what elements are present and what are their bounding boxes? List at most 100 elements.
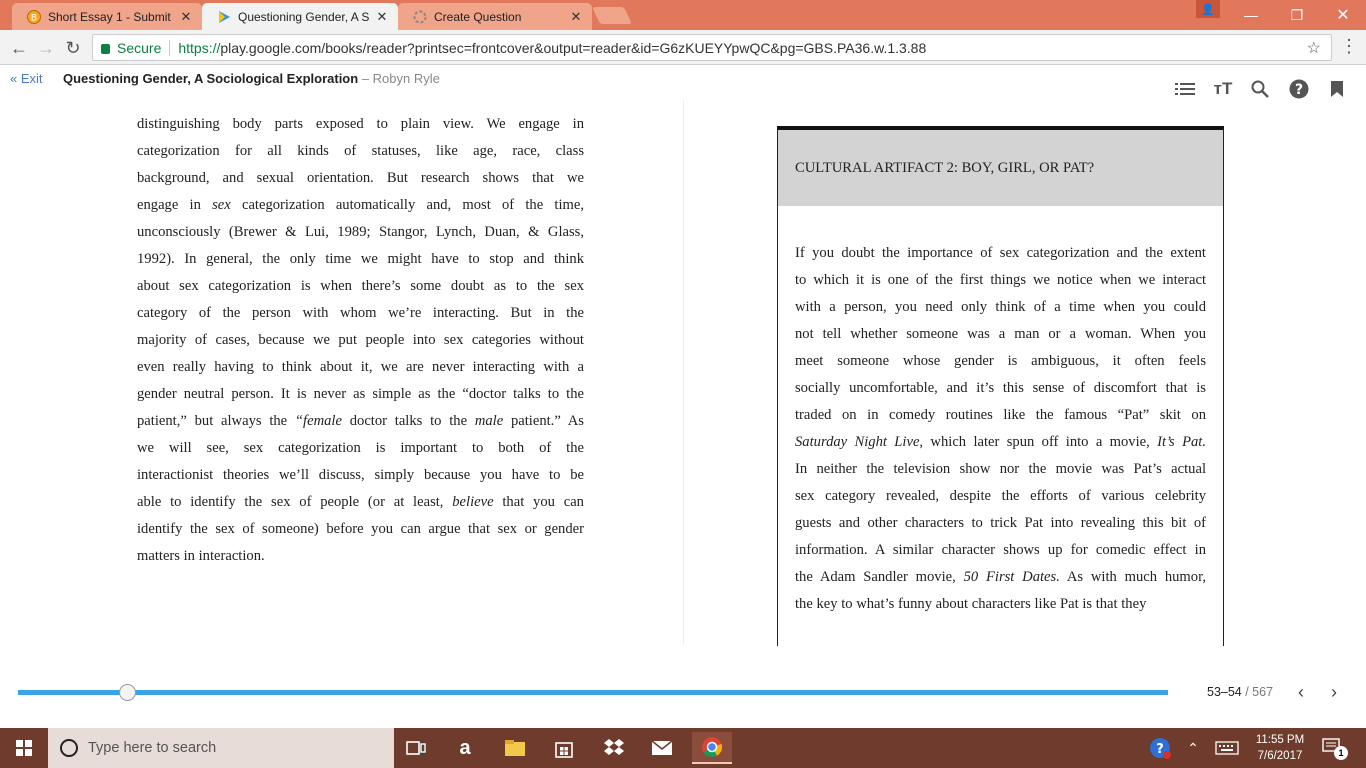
artifact-line: guests and other characters to trick Pat…: [795, 515, 1206, 531]
artifact-line: traded on in comedy routines like the fa…: [795, 407, 1206, 423]
artifact-line: the key to what’s funny about characters…: [795, 596, 1147, 612]
browser-menu-icon[interactable]: ⋮: [1340, 36, 1358, 57]
artifact-line: Saturday Night Live, which later spun of…: [795, 434, 1206, 450]
lock-icon: [101, 43, 110, 54]
svg-text:?: ?: [1295, 82, 1303, 98]
tab-create-question[interactable]: Create Question ✕: [398, 3, 592, 30]
left-page-line: patient,” but always the “female doctor …: [137, 413, 584, 429]
left-page-line: we will see, sex categorization is impor…: [137, 440, 584, 456]
taskbar-search-box[interactable]: Type here to search 🎙: [48, 728, 431, 768]
google-play-icon: [216, 9, 232, 25]
artifact-line: not tell whether someone was a man or a …: [795, 326, 1206, 342]
left-page-line: interactionist theories we’ll discuss, s…: [137, 467, 584, 483]
artifact-line: information. A similar character shows u…: [795, 542, 1206, 558]
windows-taskbar: Type here to search 🎙 a ? ⌃ 11:55 PM 7/6…: [0, 728, 1366, 768]
keyboard-icon[interactable]: [1214, 738, 1240, 758]
page-scrubber-track[interactable]: [18, 690, 1168, 695]
artifact-line: to which it is one of the first things w…: [795, 272, 1206, 288]
amazon-icon[interactable]: a: [445, 732, 485, 764]
close-tab-icon[interactable]: ✕: [178, 9, 194, 25]
action-center-icon[interactable]: 1: [1322, 738, 1348, 760]
artifact-body: If you doubt the importance of sex categ…: [778, 206, 1223, 618]
close-tab-icon[interactable]: ✕: [568, 9, 584, 25]
left-page-line: distinguishing body parts exposed to pla…: [137, 116, 584, 132]
page-total: / 567: [1241, 685, 1274, 699]
left-page-line: matters in interaction.: [137, 548, 265, 564]
close-window-icon[interactable]: ✕: [1320, 0, 1366, 30]
minimize-icon[interactable]: —: [1228, 0, 1274, 30]
left-page-line: about sex categorization is when there’s…: [137, 278, 584, 294]
artifact-heading: CULTURAL ARTIFACT 2: BOY, GIRL, OR PAT?: [778, 130, 1223, 206]
reader-header: « Exit Questioning Gender, A Sociologica…: [0, 66, 1366, 100]
profile-icon[interactable]: 👤: [1196, 0, 1220, 18]
restore-icon[interactable]: ❐: [1274, 0, 1320, 30]
close-tab-icon[interactable]: ✕: [374, 9, 390, 25]
tab-title: Short Essay 1 - Submit Fi: [48, 9, 174, 24]
left-page-line: majority of cases, because we put people…: [137, 332, 584, 348]
text-size-icon[interactable]: ᴛT: [1212, 78, 1234, 100]
clock-time: 11:55 PM: [1255, 734, 1305, 746]
task-view-icon[interactable]: [396, 732, 436, 764]
forward-arrow-icon[interactable]: →: [35, 37, 57, 59]
help-icon[interactable]: ?: [1288, 78, 1310, 100]
dropbox-icon[interactable]: [594, 732, 634, 764]
clock-date: 7/6/2017: [1257, 750, 1303, 762]
chevron-up-icon[interactable]: ⌃: [1184, 738, 1202, 758]
cultural-artifact-box: CULTURAL ARTIFACT 2: BOY, GIRL, OR PAT? …: [777, 126, 1224, 646]
left-page-line: category of the person with whom we’re i…: [137, 305, 584, 321]
left-page-line: engage in sex categorization automatical…: [137, 197, 584, 213]
mail-icon[interactable]: [642, 732, 682, 764]
bookmark-icon[interactable]: [1326, 78, 1348, 100]
start-button[interactable]: [0, 728, 48, 768]
artifact-line: In neither the television show nor the m…: [795, 461, 1206, 477]
browser-toolbar: ← → ↻ Secure https:// play.google.com/bo…: [0, 30, 1366, 65]
secure-label: Secure: [117, 39, 162, 56]
back-arrow-icon[interactable]: ←: [8, 37, 30, 59]
artifact-line: with a person, you need only think of a …: [795, 299, 1206, 315]
file-explorer-icon[interactable]: [495, 732, 535, 764]
reload-icon[interactable]: ↻: [62, 37, 84, 59]
next-page-icon[interactable]: ›: [1324, 681, 1344, 703]
address-bar[interactable]: Secure https:// play.google.com/books/re…: [92, 34, 1332, 61]
left-page-line: identify the sex of someone) before you …: [137, 521, 584, 537]
search-icon[interactable]: [1249, 78, 1271, 100]
search-placeholder: Type here to search: [88, 740, 217, 756]
chrome-icon[interactable]: [692, 732, 732, 764]
artifact-line: socially uncomfortable, and it’s this se…: [795, 380, 1206, 396]
table-of-contents-icon[interactable]: [1174, 78, 1196, 100]
book-page-left: distinguishing body parts exposed to pla…: [137, 111, 584, 570]
exit-link[interactable]: « Exit: [10, 71, 43, 86]
taskbar-clock[interactable]: 11:55 PM 7/6/2017: [1248, 732, 1312, 764]
book-author: – Robyn Ryle: [358, 71, 440, 86]
page-range: 53–54: [1207, 685, 1242, 699]
bookmark-star-icon[interactable]: ☆: [1307, 38, 1321, 58]
blackboard-icon: B: [26, 9, 42, 25]
artifact-line: If you doubt the importance of sex categ…: [795, 245, 1206, 261]
left-page-line: able to identify the sex of people (or a…: [137, 494, 584, 510]
store-icon[interactable]: [544, 732, 584, 764]
left-page-line: 1992). In general, the only time we migh…: [137, 251, 584, 267]
notification-count: 1: [1334, 746, 1348, 760]
artifact-line: meet someone whose gender is ambiguous, …: [795, 353, 1206, 369]
book-title: Questioning Gender, A Sociological Explo…: [63, 71, 440, 86]
tab-questioning-gender[interactable]: Questioning Gender, A S ✕: [202, 3, 398, 30]
page-scrubber-handle[interactable]: [119, 684, 137, 701]
artifact-line: the Adam Sandler movie, 50 First Dates. …: [795, 569, 1206, 585]
tab-short-essay[interactable]: B Short Essay 1 - Submit Fi ✕: [12, 3, 202, 30]
svg-text:?: ?: [1156, 742, 1164, 757]
new-tab-button[interactable]: [592, 7, 632, 24]
tab-title: Create Question: [434, 9, 522, 24]
help-tray-icon[interactable]: ?: [1148, 738, 1172, 759]
tab-title: Questioning Gender, A S: [238, 9, 370, 24]
svg-text:B: B: [31, 13, 37, 23]
page-divider: [683, 100, 684, 645]
left-page-line: gender neutral person. It is never as si…: [137, 386, 584, 402]
previous-page-icon[interactable]: ‹: [1291, 681, 1311, 703]
left-page-line: even really having to think about it, we…: [137, 359, 584, 375]
book-title-text: Questioning Gender, A Sociological Explo…: [63, 71, 359, 86]
page-count: 53–54 / 567: [1207, 685, 1273, 699]
loading-icon: [412, 9, 428, 25]
left-page-line: unconsciously (Brewer & Lui, 1989; Stang…: [137, 224, 584, 240]
left-page-line: categorization for all kinds of statuses…: [137, 143, 584, 159]
browser-tabstrip: B Short Essay 1 - Submit Fi ✕ Questionin…: [0, 0, 1366, 30]
